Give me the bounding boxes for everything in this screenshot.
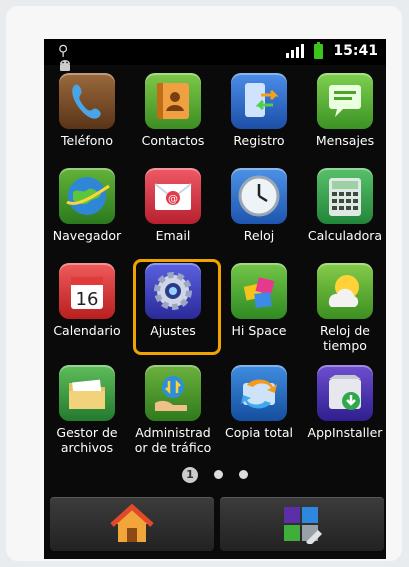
app-label: Registro (233, 133, 285, 148)
page-dot-current[interactable]: 1 (182, 466, 198, 483)
device-frame: ⚲ 15:41 Teléfono Contactos Registro Mens… (6, 6, 402, 561)
app-label: Copia total (225, 425, 293, 440)
phone-screen: ⚲ 15:41 Teléfono Contactos Registro Mens… (44, 39, 386, 559)
calendar-day: 16 (76, 289, 99, 310)
phone-icon (59, 73, 115, 129)
svg-text:@: @ (168, 194, 178, 205)
app-registro[interactable]: Registro (216, 73, 302, 148)
app-label: Contactos (141, 133, 205, 148)
app-hi-space[interactable]: Hi Space (216, 263, 302, 338)
app-label: Hi Space (231, 323, 287, 338)
usb-icon: ⚲ (58, 43, 69, 59)
weather-icon (317, 263, 373, 319)
app-installer-icon (317, 365, 373, 421)
signal-icon (286, 44, 305, 58)
app-reloj-de-tiempo[interactable]: Reloj de tiempo (302, 263, 386, 353)
app-email[interactable]: @ Email (130, 168, 216, 243)
dock (44, 497, 386, 559)
app-navegador[interactable]: Navegador (44, 168, 130, 243)
app-appinstaller[interactable]: AppInstaller (302, 365, 386, 440)
folder-icon (59, 365, 115, 421)
home-icon (110, 504, 154, 542)
app-label: AppInstaller (307, 425, 383, 440)
call-log-icon (231, 73, 287, 129)
battery-icon (314, 41, 324, 59)
app-label: Email (155, 228, 191, 243)
hi-space-icon (231, 263, 287, 319)
app-label: Gestor de archivos (56, 425, 118, 455)
app-contactos[interactable]: Contactos (130, 73, 216, 148)
app-label: Navegador (52, 228, 122, 243)
app-administrador-de-trafico[interactable]: Administrad or de tráfico (130, 365, 216, 455)
app-calculadora[interactable]: Calculadora (302, 168, 386, 243)
selected-app-highlight (133, 259, 221, 355)
app-mensajes[interactable]: Mensajes (302, 73, 386, 148)
traffic-icon (145, 365, 201, 421)
email-icon: @ (145, 168, 201, 224)
app-telefono[interactable]: Teléfono (44, 73, 130, 148)
page-indicator: 1 (44, 464, 386, 483)
app-copia-total[interactable]: Copia total (216, 365, 302, 440)
android-icon (58, 59, 78, 73)
app-calendario[interactable]: 16 Calendario (44, 263, 130, 338)
calendar-icon: 16 (59, 263, 115, 319)
globe-icon (59, 168, 115, 224)
calculator-icon (317, 168, 373, 224)
home-button[interactable] (50, 497, 214, 551)
app-label: Administrad or de tráfico (134, 425, 212, 455)
app-reloj[interactable]: Reloj (216, 168, 302, 243)
app-gestor-de-archivos[interactable]: Gestor de archivos (44, 365, 130, 455)
app-label: Calendario (53, 323, 121, 338)
app-label: Reloj (243, 228, 275, 243)
app-label: Calculadora (307, 228, 383, 243)
app-label: Teléfono (61, 133, 113, 148)
clock-icon (231, 168, 287, 224)
status-time: 15:41 (333, 43, 378, 59)
contacts-icon (145, 73, 201, 129)
apps-icon (284, 507, 322, 544)
status-bar: ⚲ 15:41 (44, 39, 386, 71)
apps-button[interactable] (220, 497, 384, 551)
page-dot[interactable] (214, 470, 223, 479)
page-dot[interactable] (239, 470, 248, 479)
app-label: Reloj de tiempo (319, 323, 370, 353)
app-label: Mensajes (315, 133, 375, 148)
messages-icon (317, 73, 373, 129)
backup-icon (231, 365, 287, 421)
